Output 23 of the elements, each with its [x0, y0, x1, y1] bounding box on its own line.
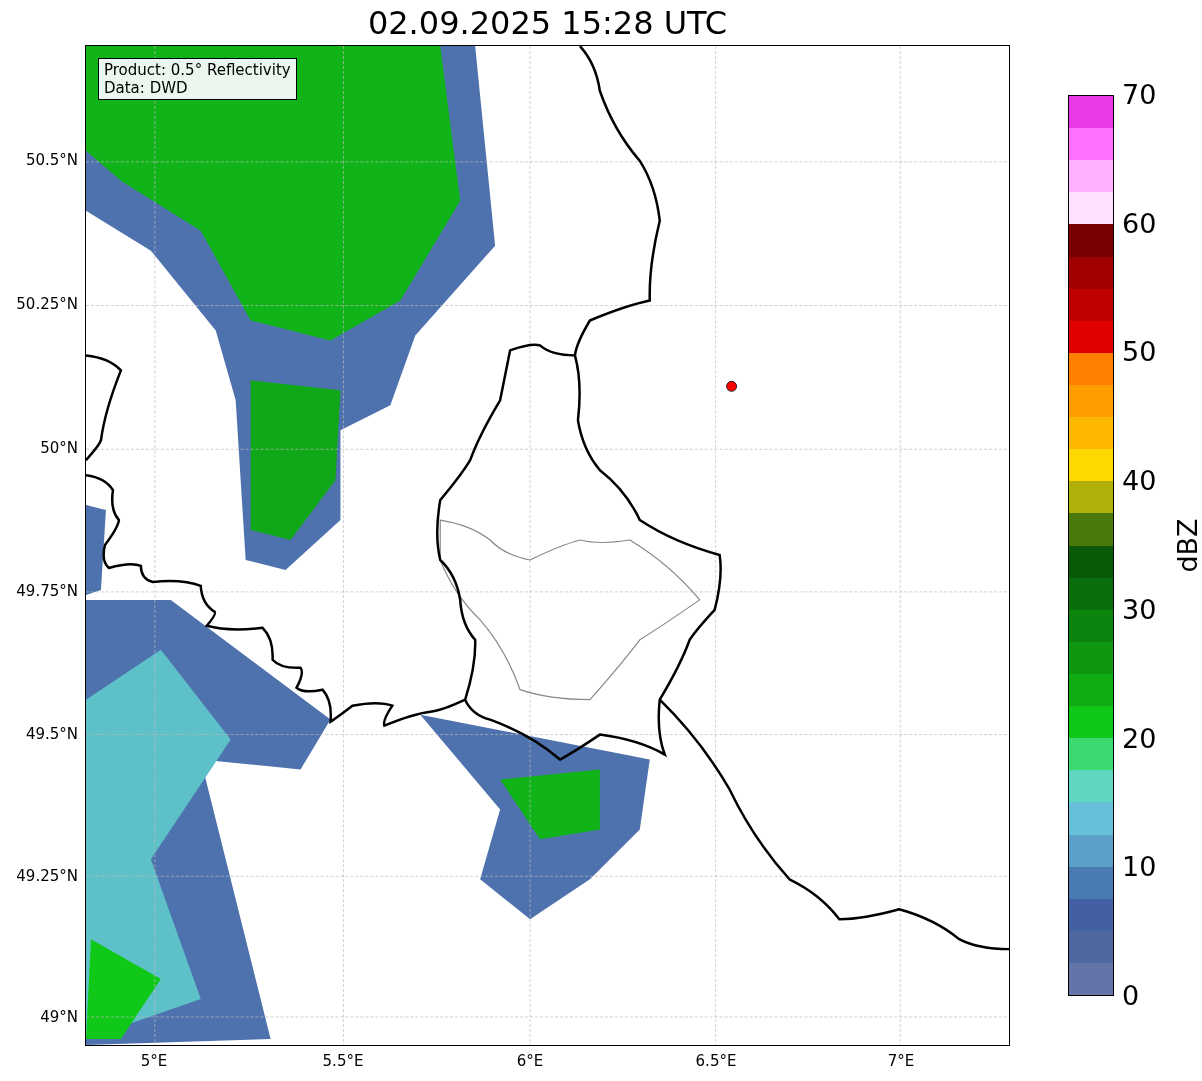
- chart-title: 02.09.2025 15:28 UTC: [366, 4, 729, 42]
- longitude-label: 6°E: [516, 1052, 544, 1070]
- latitude-label: 50.25°N: [16, 295, 78, 313]
- colorbar-tick-label: 30: [1122, 594, 1157, 625]
- colorbar-tick-label: 50: [1122, 337, 1157, 368]
- colorbar-tick-label: 20: [1122, 723, 1157, 754]
- latitude-label: 50.5°N: [25, 151, 78, 169]
- latitude-label: 49.5°N: [25, 725, 78, 743]
- longitude-label: 6.5°E: [695, 1052, 737, 1070]
- colorbar-label: dBZ: [1171, 518, 1202, 573]
- longitude-label: 5.5°E: [322, 1052, 364, 1070]
- longitude-label: 7°E: [887, 1052, 915, 1070]
- longitude-label: 5°E: [140, 1052, 168, 1070]
- latitude-label: 49°N: [40, 1008, 78, 1026]
- colorbar-tick-label: 60: [1122, 208, 1157, 239]
- colorbar-tick-label: 10: [1122, 852, 1157, 883]
- latitude-label: 50°N: [40, 439, 78, 457]
- colorbar-tick-label: 0: [1122, 981, 1140, 1011]
- info-box: Product: 0.5° Reflectivity Data: DWD: [98, 58, 297, 100]
- latitude-label: 49.25°N: [16, 867, 78, 885]
- latitude-label: 49.75°N: [16, 582, 78, 600]
- colorbar-tick-label: 70: [1122, 80, 1157, 110]
- colorbar-tick-label: 40: [1122, 466, 1157, 497]
